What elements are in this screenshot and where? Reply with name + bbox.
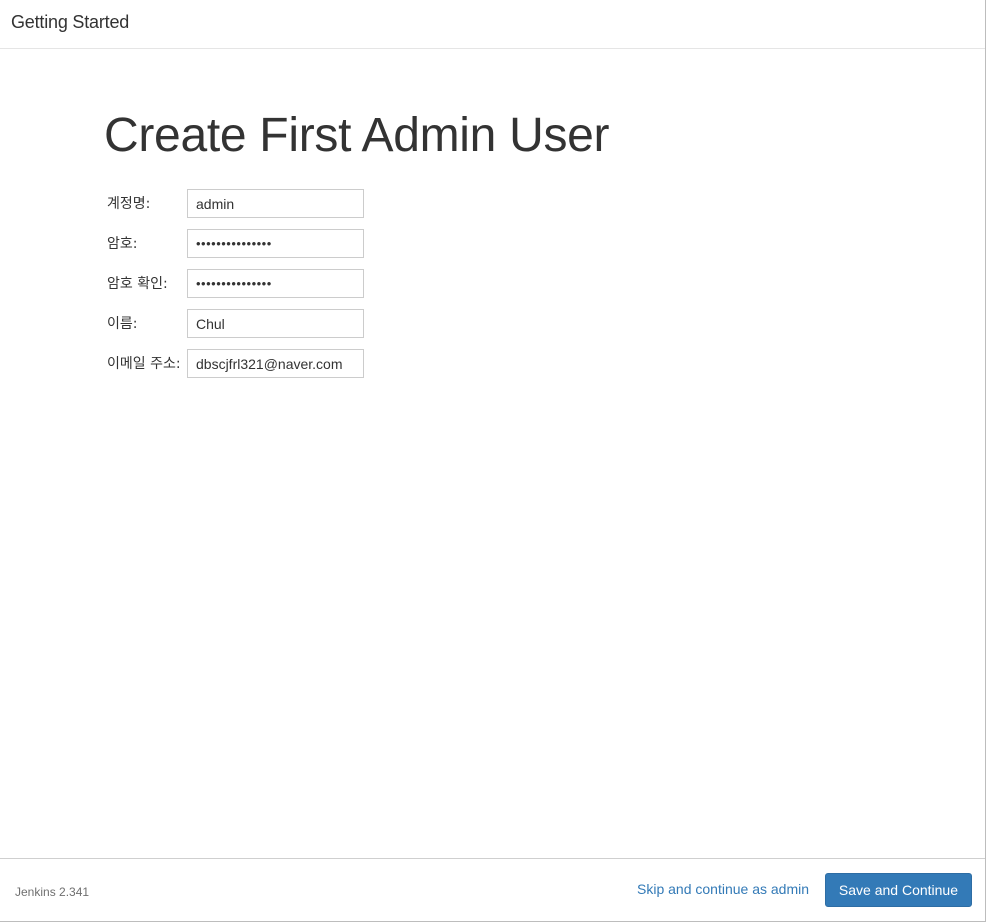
- page-title: Create First Admin User: [104, 109, 610, 162]
- header-title: Getting Started: [11, 12, 130, 32]
- fullname-input[interactable]: [187, 309, 364, 338]
- password-confirm-input[interactable]: [187, 269, 364, 298]
- username-label: 계정명:: [107, 196, 151, 212]
- save-continue-button[interactable]: Save and Continue: [824, 873, 972, 907]
- wizard-content: Create First Admin User 계정명: 암호: 암호 확인: …: [104, 108, 864, 378]
- fullname-label: 이름:: [107, 316, 138, 332]
- password-input[interactable]: [187, 229, 364, 258]
- version-label: Jenkins 2.341: [15, 885, 90, 899]
- email-label: 이메일 주소:: [107, 356, 181, 372]
- skip-continue-link[interactable]: Skip and continue as admin: [637, 881, 809, 897]
- setup-wizard-window: Getting Started Create First Admin User …: [0, 0, 986, 922]
- username-input[interactable]: [187, 189, 364, 218]
- wizard-footer: Jenkins 2.341 Skip and continue as admin…: [0, 858, 985, 921]
- email-input[interactable]: [187, 349, 364, 378]
- password-confirm-label: 암호 확인:: [107, 276, 168, 292]
- password-label: 암호:: [107, 236, 138, 252]
- wizard-header: Getting Started: [0, 0, 985, 49]
